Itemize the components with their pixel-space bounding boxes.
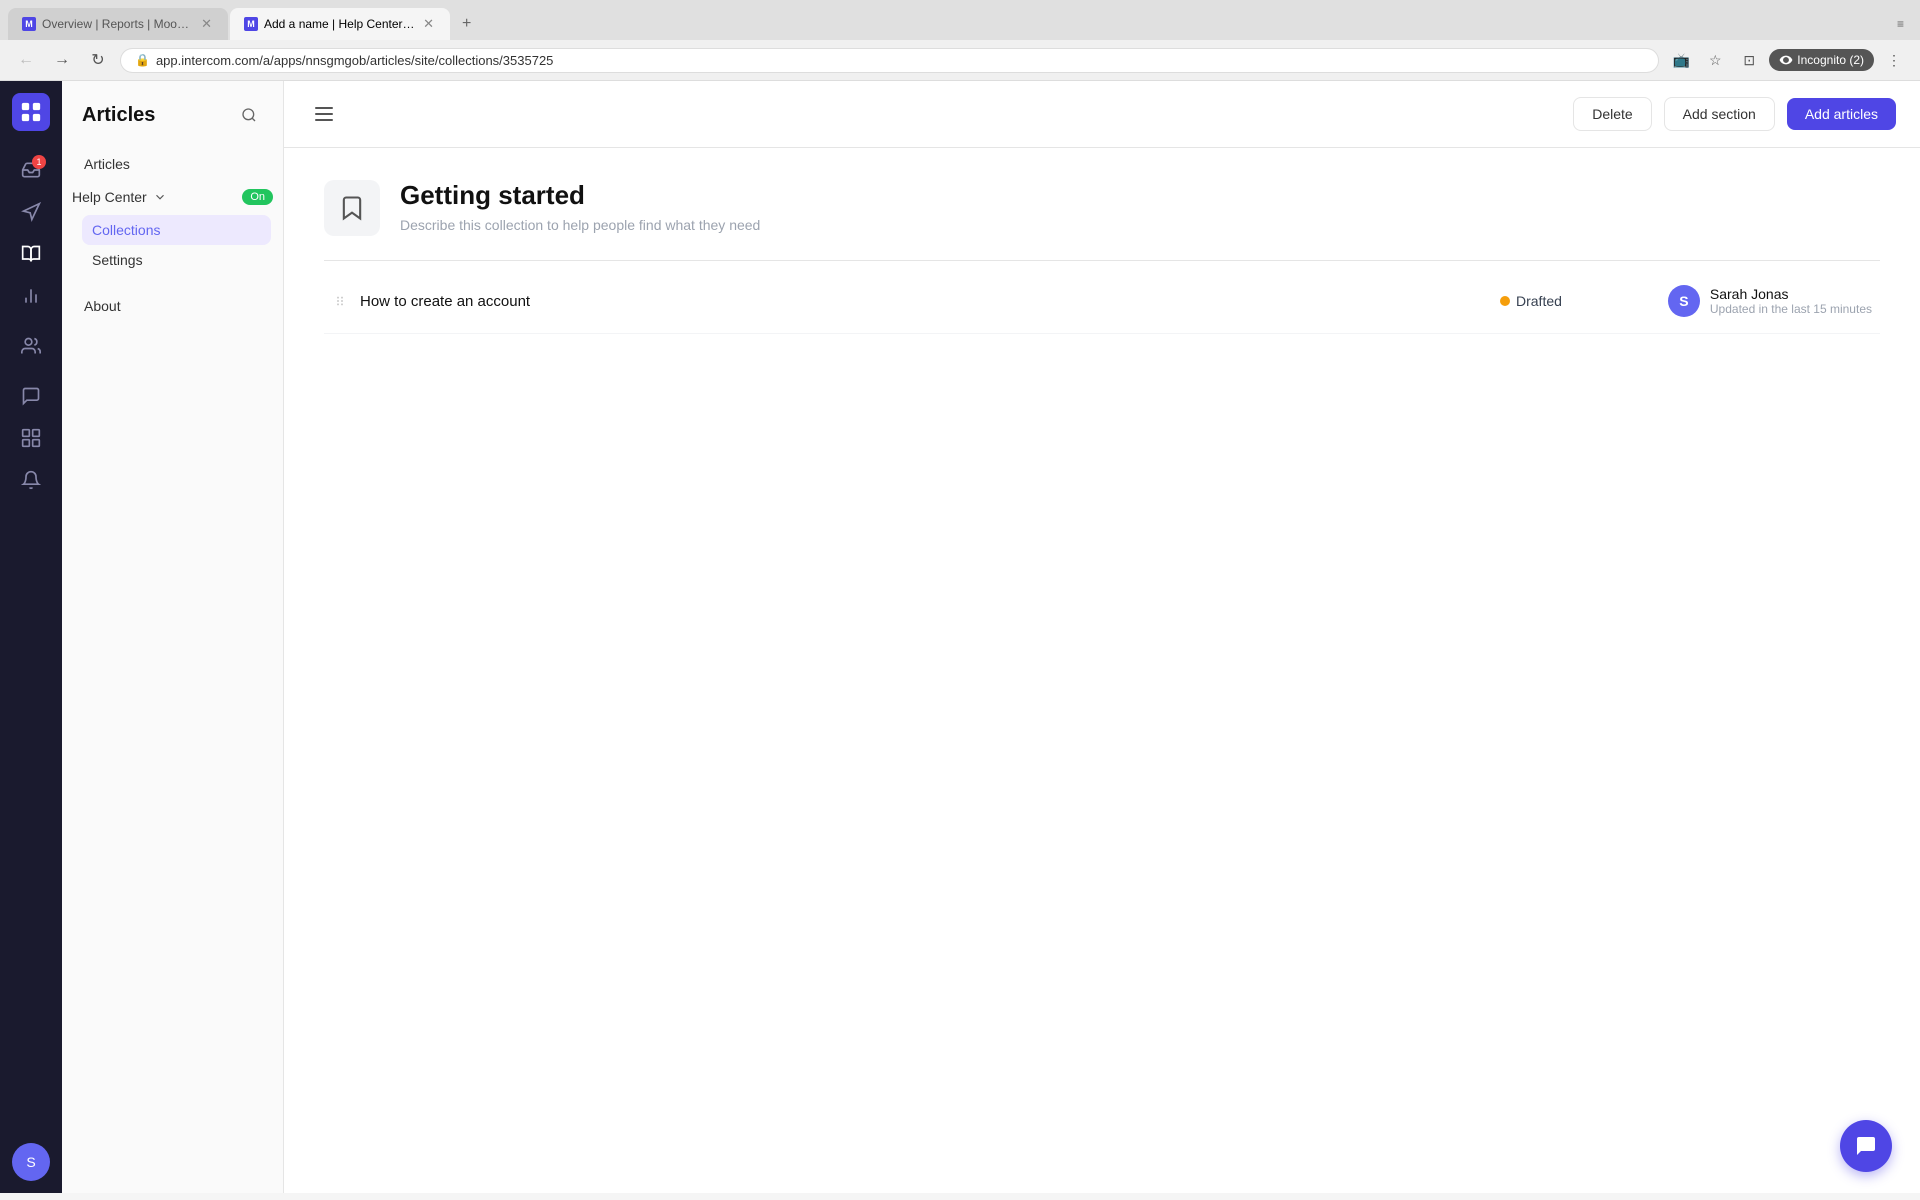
tab1-title: Overview | Reports | Moodjoy — [42, 17, 193, 31]
sidebar-icon-notifications[interactable] — [12, 461, 50, 499]
author-initial: S — [1679, 293, 1688, 309]
menu-toggle-button[interactable] — [308, 98, 340, 130]
tab1-favicon: M — [22, 17, 36, 31]
incognito-label: Incognito (2) — [1797, 53, 1864, 67]
collection-header: Getting started Describe this collection… — [324, 180, 1880, 261]
lock-icon: 🔒 — [135, 53, 150, 67]
sidebar-item-collections[interactable]: Collections — [82, 215, 271, 245]
drag-handle-icon[interactable] — [332, 293, 348, 309]
forward-button[interactable]: → — [48, 46, 76, 74]
url-text: app.intercom.com/a/apps/nnsgmgob/article… — [156, 53, 553, 68]
profile-button[interactable]: ⊡ — [1735, 46, 1763, 74]
collection-icon — [324, 180, 380, 236]
bookmark-icon — [338, 194, 366, 222]
sidebar-icon-messages[interactable] — [12, 193, 50, 231]
new-tab-button[interactable]: + — [452, 9, 481, 39]
status-badge: Drafted — [1500, 293, 1600, 309]
icon-sidebar: 1 S — [0, 81, 62, 1193]
articles-title: Articles — [82, 104, 155, 127]
tab1-close[interactable]: ✕ — [199, 16, 214, 32]
sidebar-icon-inbox[interactable]: 1 — [12, 151, 50, 189]
author-avatar: S — [1668, 285, 1700, 317]
reports-icon — [21, 286, 41, 306]
settings-label: Settings — [92, 252, 143, 268]
author-name: Sarah Jonas — [1710, 286, 1872, 302]
contacts-icon — [21, 336, 41, 356]
articles-icon — [21, 244, 41, 264]
on-badge: On — [242, 189, 273, 205]
delete-button[interactable]: Delete — [1573, 97, 1651, 131]
add-section-button[interactable]: Add section — [1664, 97, 1775, 131]
bookmark-button[interactable]: ☆ — [1701, 46, 1729, 74]
help-center-label: Help Center — [72, 189, 147, 205]
chat-support-button[interactable] — [1840, 1120, 1892, 1172]
collection-info: Getting started Describe this collection… — [400, 180, 760, 233]
sidebar-icon-chat[interactable] — [12, 377, 50, 415]
articles-nav-label: Articles — [84, 156, 130, 172]
hamburger-line-1 — [315, 107, 333, 109]
sidebar-icon-articles[interactable] — [12, 235, 50, 273]
main-body: Getting started Describe this collection… — [284, 148, 1920, 1193]
sidebar-icon-contacts[interactable] — [12, 327, 50, 365]
author-details: Sarah Jonas Updated in the last 15 minut… — [1710, 286, 1872, 316]
author-updated-time: Updated in the last 15 minutes — [1710, 302, 1872, 316]
table-row[interactable]: How to create an account Drafted S Sarah… — [324, 269, 1880, 334]
user-avatar[interactable]: S — [12, 1143, 50, 1181]
inbox-badge: 1 — [32, 155, 46, 169]
article-title[interactable]: How to create an account — [360, 293, 1488, 310]
messages-icon — [21, 202, 41, 222]
help-center-header[interactable]: Help Center — [72, 189, 167, 205]
app-logo-icon — [20, 101, 42, 123]
sidebar-item-settings[interactable]: Settings — [82, 245, 271, 275]
hamburger-line-2 — [315, 113, 333, 115]
reload-button[interactable]: ↻ — [84, 46, 112, 74]
chat-icon — [21, 386, 41, 406]
app-logo[interactable] — [12, 93, 50, 131]
incognito-badge: Incognito (2) — [1769, 49, 1874, 71]
cast-button[interactable]: 📺 — [1667, 46, 1695, 74]
notifications-icon — [21, 470, 41, 490]
tab-overview[interactable]: M Overview | Reports | Moodjoy ✕ — [8, 8, 228, 40]
tab-helpcenter[interactable]: M Add a name | Help Center | Mo... ✕ — [230, 8, 450, 40]
collection-description: Describe this collection to help people … — [400, 217, 760, 233]
main-toolbar: Delete Add section Add articles — [284, 81, 1920, 148]
status-text: Drafted — [1516, 293, 1562, 309]
sidebar-icon-reports[interactable] — [12, 277, 50, 315]
main-content: Delete Add section Add articles Getting … — [284, 81, 1920, 1193]
sidebar-item-articles[interactable]: Articles — [74, 149, 271, 179]
address-bar[interactable]: 🔒 app.intercom.com/a/apps/nnsgmgob/artic… — [120, 48, 1659, 73]
tab2-title: Add a name | Help Center | Mo... — [264, 17, 415, 31]
chat-bubble-icon — [1854, 1134, 1878, 1158]
hamburger-line-3 — [315, 119, 333, 121]
collection-title: Getting started — [400, 180, 760, 211]
search-icon — [241, 107, 257, 123]
nav-sidebar: Articles Articles Help Center On Collect… — [62, 81, 284, 1193]
collections-label: Collections — [92, 222, 160, 238]
sidebar-icon-apps[interactable] — [12, 419, 50, 457]
sidebar-item-about[interactable]: About — [74, 291, 271, 321]
author-info: S Sarah Jonas Updated in the last 15 min… — [1612, 285, 1872, 317]
sidebar-title: Articles — [62, 101, 283, 145]
menu-button[interactable]: ⋮ — [1880, 46, 1908, 74]
grip-icon — [332, 293, 348, 309]
search-button[interactable] — [235, 101, 263, 129]
chevron-down-icon — [153, 190, 167, 204]
about-label: About — [84, 298, 121, 314]
incognito-icon — [1779, 53, 1793, 67]
back-button[interactable]: ← — [12, 46, 40, 74]
tab2-close[interactable]: ✕ — [421, 16, 436, 32]
apps-icon — [21, 428, 41, 448]
tab-overflow-button[interactable]: ≡ — [1889, 11, 1912, 37]
add-articles-button[interactable]: Add articles — [1787, 98, 1896, 130]
status-dot — [1500, 296, 1510, 306]
tab2-favicon: M — [244, 17, 258, 31]
